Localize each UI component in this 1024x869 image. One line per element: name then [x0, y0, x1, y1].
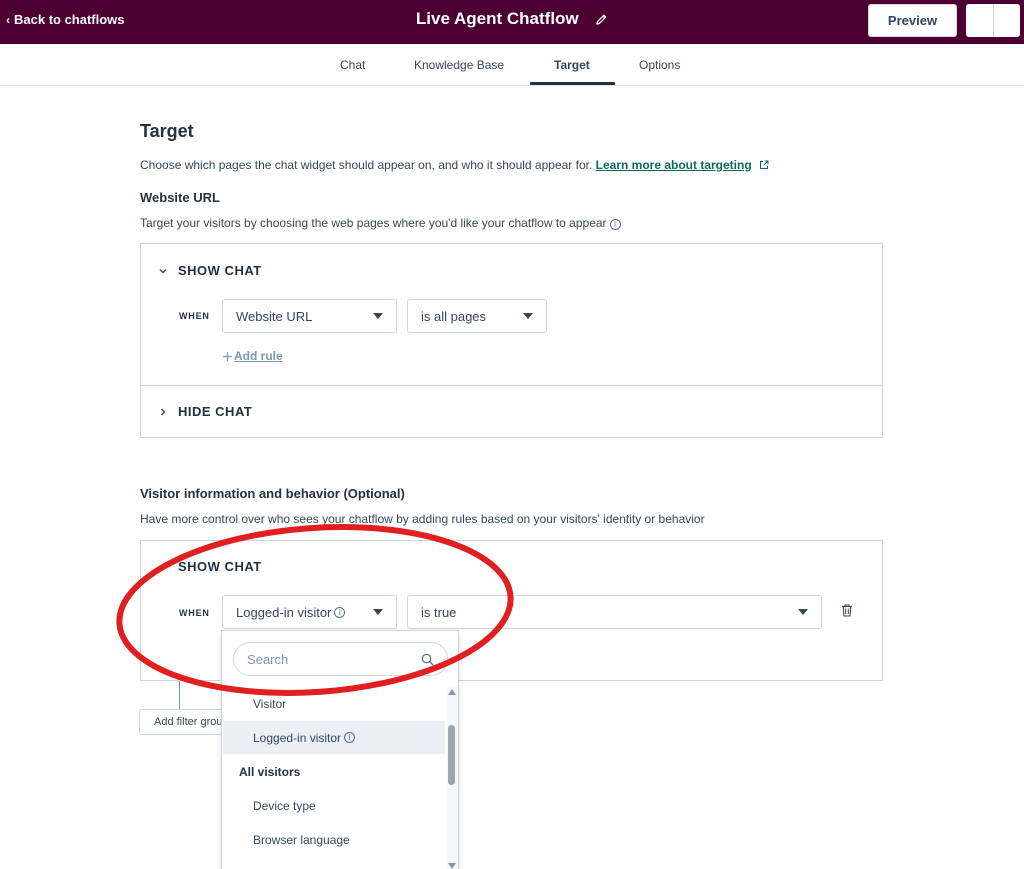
add-rule-label: Add rule	[234, 349, 283, 363]
tab-bar: Chat Knowledge Base Target Options	[0, 44, 1024, 86]
chevron-down-icon	[159, 564, 167, 569]
when-label: WHEN	[179, 311, 210, 321]
chatflow-title: Live Agent Chatflow	[415, 9, 579, 28]
visitor-show-chat-toggle[interactable]: SHOW CHAT	[158, 559, 262, 574]
split-button-right[interactable]	[992, 4, 1020, 37]
logged-in-visitor-label: Logged-in visitor	[253, 730, 342, 745]
plus-icon	[223, 351, 232, 361]
page-description-text: Choose which pages the chat widget shoul…	[140, 158, 593, 172]
dropdown-option-device-type[interactable]: Device type	[223, 789, 445, 822]
visitor-property-select[interactable]: Logged-in visitor i	[222, 595, 397, 629]
page-title: Target	[140, 121, 194, 141]
page-description: Choose which pages the chat widget shoul…	[140, 158, 769, 173]
chevron-down-icon	[159, 268, 167, 273]
dropdown-option-logged-in-visitor[interactable]: Logged-in visitor i	[223, 721, 445, 754]
tab-chat[interactable]: Chat	[340, 58, 365, 72]
website-url-heading: Website URL	[140, 190, 220, 205]
website-url-description-text: Target your visitors by choosing the web…	[140, 216, 607, 230]
condition-select-value: is all pages	[421, 308, 487, 324]
property-dropdown-menu: Visitor Logged-in visitori All visitors …	[221, 630, 459, 869]
show-chat-label: SHOW CHAT	[178, 263, 262, 278]
info-icon[interactable]: i	[334, 606, 346, 618]
hide-chat-label: HIDE CHAT	[178, 404, 253, 419]
external-link-icon[interactable]	[759, 159, 769, 173]
info-icon[interactable]: i	[344, 732, 356, 743]
tab-target[interactable]: Target	[554, 58, 590, 72]
learn-more-link[interactable]: Learn more about targeting	[596, 158, 752, 172]
preview-button[interactable]: Preview	[868, 4, 957, 37]
hide-chat-toggle[interactable]: HIDE CHAT	[158, 404, 252, 419]
scroll-up-arrow-icon[interactable]	[448, 689, 456, 695]
show-chat-toggle[interactable]: SHOW CHAT	[158, 263, 262, 278]
visitor-show-chat-label: SHOW CHAT	[178, 559, 262, 574]
website-url-condition-select[interactable]: is all pages	[407, 299, 547, 333]
property-select-value: Website URL	[236, 308, 313, 324]
dropdown-group-all-visitors: All visitors	[239, 765, 301, 779]
dropdown-search-input[interactable]	[233, 642, 448, 676]
tab-knowledge-base[interactable]: Knowledge Base	[414, 58, 504, 72]
dropdown-option-browser-language[interactable]: Browser language	[223, 823, 445, 856]
active-tab-indicator	[530, 82, 615, 85]
caret-down-icon	[373, 313, 383, 319]
filter-connector-line	[179, 681, 180, 709]
back-to-chatflows-link[interactable]: ‹ Back to chatflows	[6, 12, 125, 27]
tab-options[interactable]: Options	[639, 58, 680, 72]
back-label: Back to chatflows	[14, 12, 125, 27]
chevron-right-icon	[161, 408, 166, 415]
chevron-left-icon: ‹	[6, 12, 10, 27]
visitor-info-description: Have more control over who sees your cha…	[140, 512, 705, 526]
caret-down-icon	[373, 609, 383, 615]
scroll-down-arrow-icon[interactable]	[448, 863, 456, 869]
caret-down-icon	[523, 313, 533, 319]
trash-icon[interactable]	[841, 604, 853, 622]
info-icon[interactable]: i	[609, 219, 621, 230]
visitor-when-label: WHEN	[179, 608, 210, 618]
dropdown-option-visitor[interactable]: Visitor	[223, 687, 445, 720]
website-url-property-select[interactable]: Website URL	[222, 299, 397, 333]
website-url-rules-box: SHOW CHAT WHEN Website URL is all pages …	[140, 243, 883, 438]
dropdown-scrollbar-thumb[interactable]	[448, 725, 455, 785]
caret-down-icon	[798, 609, 808, 615]
visitor-condition-value: is true	[421, 604, 457, 620]
section-divider	[141, 385, 882, 386]
visitor-info-heading: Visitor information and behavior (Option…	[140, 486, 405, 501]
split-button	[966, 4, 1020, 37]
top-bar: ‹ Back to chatflows Live Agent Chatflow …	[0, 0, 1024, 44]
website-url-description: Target your visitors by choosing the web…	[140, 216, 621, 230]
visitor-condition-select[interactable]: is true	[407, 595, 822, 629]
add-rule-button[interactable]: Add rule	[222, 349, 283, 363]
visitor-property-value: Logged-in visitor	[236, 604, 332, 620]
split-button-left[interactable]	[966, 4, 993, 37]
pencil-icon[interactable]	[595, 13, 608, 31]
